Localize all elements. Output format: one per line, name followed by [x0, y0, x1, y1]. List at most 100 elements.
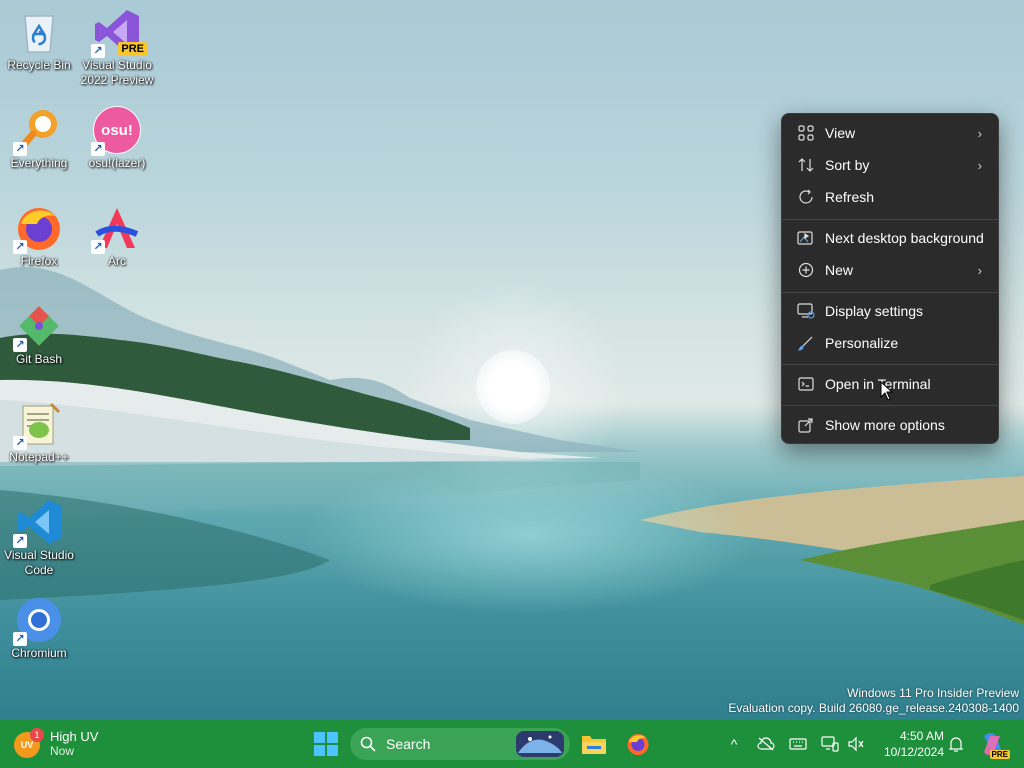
clock[interactable]: 4:50 AM 10/12/2024 — [874, 727, 944, 761]
copilot-preview-badge: PRE — [989, 750, 1010, 759]
shortcut-arrow-icon: ↗ — [13, 338, 27, 352]
menu-item-view[interactable]: View › — [786, 118, 994, 148]
git-bash-icon: ↗ — [13, 302, 63, 352]
chevron-right-icon: › — [977, 125, 982, 141]
shortcut-arrow-icon: ↗ — [13, 142, 27, 156]
desktop-icon-label: Chromium — [11, 646, 67, 660]
menu-item-label: Next desktop background — [825, 230, 984, 246]
desktop-icon-notepad-plus-plus[interactable]: ↗ Notepad++ — [0, 400, 78, 465]
desktop-icon-firefox[interactable]: ↗ Firefox — [0, 204, 78, 269]
search-box[interactable]: Search — [350, 728, 570, 760]
keyboard-icon[interactable] — [788, 734, 808, 754]
search-icon — [360, 736, 376, 752]
menu-separator — [782, 292, 998, 293]
notepad-plus-plus-icon: ↗ — [13, 400, 63, 450]
desktop-icon-visual-studio-2022-preview[interactable]: PRE ↗ Visual Studio 2022 Preview — [78, 8, 156, 88]
desktop-icon-label: Arc — [108, 254, 126, 268]
desktop-icon-arc[interactable]: ↗ Arc — [78, 204, 156, 269]
menu-item-label: Open in Terminal — [825, 376, 931, 392]
copilot-button[interactable]: PRE — [978, 730, 1010, 759]
search-highlight-image — [516, 731, 564, 757]
menu-item-show-more-options[interactable]: Show more options — [786, 410, 994, 440]
menu-item-personalize[interactable]: Personalize — [786, 328, 994, 358]
osu-icon: osu! ↗ — [91, 106, 141, 156]
menu-item-label: Sort by — [825, 157, 870, 173]
shortcut-arrow-icon: ↗ — [13, 632, 27, 646]
firefox-icon — [627, 734, 649, 755]
desktop-icon-label: Git Bash — [15, 352, 63, 366]
desktop-icon-chromium[interactable]: ↗ Chromium — [0, 596, 78, 661]
firefox-icon: ↗ — [13, 204, 63, 254]
menu-separator — [782, 405, 998, 406]
clock-date: 10/12/2024 — [883, 745, 944, 759]
shortcut-arrow-icon: ↗ — [13, 534, 27, 548]
menu-item-label: New — [825, 262, 854, 278]
brush-icon — [796, 333, 816, 353]
shortcut-arrow-icon: ↗ — [91, 240, 105, 254]
desktop-icon-label: Firefox — [20, 254, 58, 268]
menu-separator — [782, 219, 998, 220]
shortcut-arrow-icon: ↗ — [91, 142, 105, 156]
chevron-right-icon: › — [977, 262, 982, 278]
display-icon — [796, 301, 816, 321]
chevron-right-icon: › — [977, 157, 982, 173]
menu-item-refresh[interactable]: Refresh — [786, 182, 994, 212]
uv-sun-icon: UV 1 — [14, 728, 44, 758]
desktop-icon-label: Notepad++ — [9, 450, 69, 464]
terminal-icon — [796, 374, 816, 394]
sun — [476, 350, 550, 424]
menu-item-new[interactable]: New › — [786, 255, 994, 285]
desktop-icon-git-bash[interactable]: ↗ Git Bash — [0, 302, 78, 367]
desktop-icon-label: Visual Studio Code — [4, 548, 74, 577]
menu-item-sort-by[interactable]: Sort by › — [786, 150, 994, 180]
desktop-icon-visual-studio-code[interactable]: ↗ Visual Studio Code — [0, 498, 78, 578]
recycle-bin-icon — [15, 8, 63, 56]
arc-icon: ↗ — [91, 204, 141, 254]
weather-subtitle: Now — [50, 744, 75, 758]
menu-item-display-settings[interactable]: Display settings — [786, 296, 994, 326]
vscode-icon: ↗ — [13, 498, 63, 548]
show-hidden-icons-chevron[interactable]: ^ — [724, 734, 744, 754]
shortcut-arrow-icon: ↗ — [13, 436, 27, 450]
chromium-icon: ↗ — [13, 596, 63, 646]
sort-icon — [796, 155, 816, 175]
shortcut-arrow-icon: ↗ — [91, 44, 105, 58]
notification-badge: 1 — [30, 728, 44, 742]
share-icon — [796, 415, 816, 435]
watermark-build: Evaluation copy. Build 26080.ge_release.… — [728, 701, 1019, 715]
desktop-icon-label: osu!(lazer) — [88, 156, 146, 170]
onedrive-offline-icon[interactable] — [756, 734, 776, 754]
next-background-icon — [796, 228, 816, 248]
notification-bell-icon[interactable] — [946, 734, 966, 754]
folder-icon — [582, 736, 606, 754]
everything-magnifier-icon: ↗ — [13, 106, 63, 156]
menu-separator — [782, 364, 998, 365]
weather-title: High UV — [50, 729, 99, 744]
menu-item-label: Show more options — [825, 417, 945, 433]
desktop-icon-label: Recycle Bin — [7, 58, 71, 72]
weather-widget[interactable]: UV 1 High UV Now — [14, 726, 98, 762]
volume-muted-icon[interactable] — [846, 734, 866, 754]
visual-studio-preview-icon: PRE ↗ — [91, 8, 147, 58]
taskbar-file-explorer[interactable] — [578, 728, 610, 760]
plus-circle-icon — [796, 260, 816, 280]
menu-item-label: Personalize — [825, 335, 899, 351]
network-icon[interactable] — [820, 734, 840, 754]
refresh-icon — [796, 187, 816, 207]
desktop-icon-recycle-bin[interactable]: Recycle Bin — [0, 8, 78, 73]
menu-item-label: View — [825, 125, 856, 141]
start-button[interactable] — [310, 728, 342, 760]
windows-logo-icon — [314, 732, 338, 756]
desktop-icon-osu-lazer[interactable]: osu! ↗ osu!(lazer) — [78, 106, 156, 171]
water-glow — [300, 455, 760, 615]
desktop-icon-everything[interactable]: ↗ Everything — [0, 106, 78, 171]
watermark-edition: Windows 11 Pro Insider Preview — [847, 686, 1019, 700]
taskbar-firefox[interactable] — [622, 728, 654, 760]
preview-badge: PRE — [118, 42, 147, 56]
desktop-icon-label: Visual Studio 2022 Preview — [80, 58, 154, 87]
menu-item-next-desktop-background[interactable]: Next desktop background — [786, 223, 994, 253]
grid-icon — [796, 123, 816, 143]
menu-item-label: Refresh — [825, 189, 875, 205]
mouse-cursor-icon — [880, 381, 894, 401]
shortcut-arrow-icon: ↗ — [13, 240, 27, 254]
